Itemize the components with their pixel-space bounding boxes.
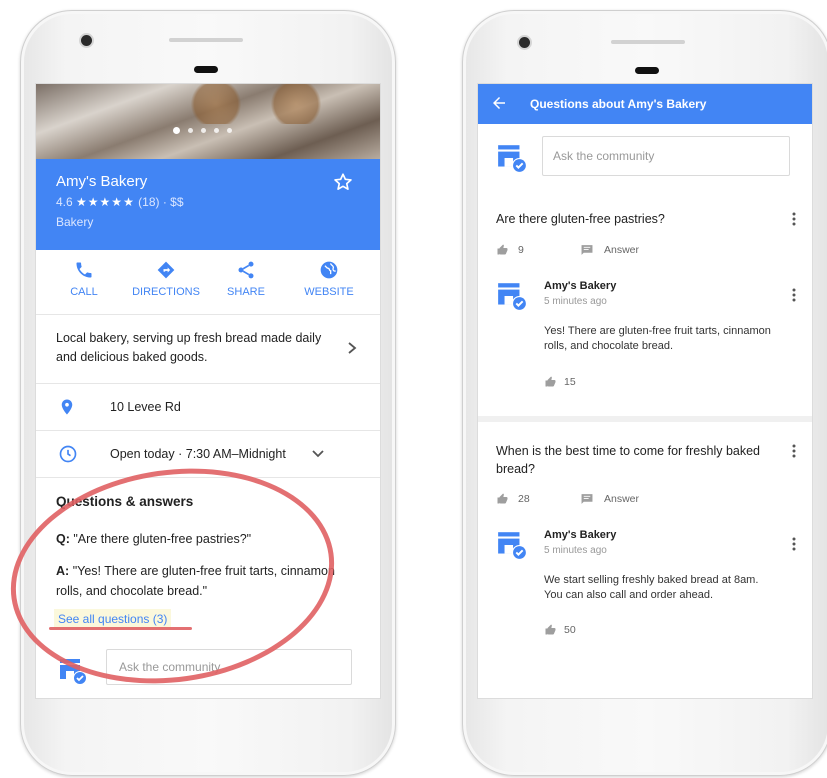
business-category: Bakery bbox=[56, 215, 94, 229]
directions-button[interactable]: DIRECTIONS bbox=[126, 260, 206, 298]
question-meta: 28 Answer bbox=[496, 493, 796, 507]
action-label: SHARE bbox=[227, 286, 265, 298]
rating-line: 4.6 ★★★★★ (18) · $$ bbox=[56, 195, 184, 209]
earpiece-slot bbox=[611, 40, 685, 44]
directions-icon bbox=[157, 261, 175, 279]
carousel-dot bbox=[173, 127, 180, 134]
storefront-verified-icon bbox=[498, 145, 527, 173]
carousel-dot bbox=[188, 128, 193, 133]
speaker-grille bbox=[635, 67, 659, 74]
phone-icon bbox=[76, 262, 92, 278]
storefront-verified-icon bbox=[498, 532, 527, 560]
question-title: When is the best time to come for freshl… bbox=[496, 444, 761, 476]
more-options-icon[interactable] bbox=[792, 537, 796, 551]
answer-comment-icon[interactable] bbox=[580, 244, 594, 256]
phone-left: Amy's Bakery 4.6 ★★★★★ (18) · $$ Bakery … bbox=[20, 10, 396, 776]
storefront-verified-icon bbox=[60, 659, 87, 685]
hours-text: Open today · 7:30 AM–Midnight bbox=[110, 447, 286, 461]
app-bar: Questions about Amy's Bakery bbox=[478, 84, 812, 124]
thumbs-up-icon[interactable] bbox=[496, 493, 509, 505]
photo-detail bbox=[186, 84, 246, 124]
reply-likes: 15 bbox=[544, 376, 576, 391]
ask-community-input[interactable]: Ask the community bbox=[106, 649, 352, 685]
vote-count: 28 bbox=[518, 493, 530, 505]
website-button[interactable]: WEBSITE bbox=[296, 260, 362, 298]
business-description: Local bakery, serving up fresh bread mad… bbox=[56, 331, 322, 364]
qa-q-prefix: Q: bbox=[56, 532, 70, 546]
photo-detail bbox=[266, 84, 326, 124]
carousel-dots[interactable] bbox=[173, 127, 232, 134]
hours-row[interactable]: Open today · 7:30 AM–Midnight bbox=[36, 431, 380, 478]
like-count: 15 bbox=[564, 376, 576, 388]
address-row[interactable]: 10 Levee Rd bbox=[36, 384, 380, 431]
qa-answer: A: "Yes! There are gluten-free fruit tar… bbox=[56, 561, 356, 601]
reply-text: We start selling freshly baked bread at … bbox=[544, 574, 759, 601]
rating-stars: ★★★★★ bbox=[76, 195, 135, 209]
qa-answer-text: "Yes! There are gluten-free fruit tarts,… bbox=[56, 564, 335, 598]
hero-photo[interactable] bbox=[36, 84, 380, 159]
clock-icon bbox=[59, 445, 77, 463]
carousel-dot bbox=[201, 128, 206, 133]
vote-count: 9 bbox=[518, 244, 524, 256]
thumbs-up-icon[interactable] bbox=[544, 376, 557, 388]
question-title: Are there gluten-free pastries? bbox=[496, 212, 665, 226]
earpiece-slot bbox=[169, 38, 243, 42]
reply-time: 5 minutes ago bbox=[544, 545, 607, 556]
share-icon bbox=[238, 261, 254, 279]
question-meta: 9 Answer bbox=[496, 244, 796, 258]
answer-comment-icon[interactable] bbox=[580, 493, 594, 505]
answer-button[interactable]: Answer bbox=[604, 244, 639, 256]
chevron-down-icon[interactable] bbox=[312, 450, 324, 458]
camera-icon bbox=[81, 35, 92, 46]
more-options-icon[interactable] bbox=[792, 444, 796, 458]
rating-value: 4.6 bbox=[56, 195, 73, 209]
owner-name: Amy's Bakery bbox=[544, 529, 617, 541]
rating-count-price: (18) · $$ bbox=[138, 195, 184, 209]
speaker-grille bbox=[194, 66, 218, 73]
location-pin-icon bbox=[61, 399, 73, 415]
business-name: Amy's Bakery bbox=[56, 173, 148, 190]
camera-icon bbox=[519, 37, 530, 48]
action-label: WEBSITE bbox=[304, 286, 354, 298]
phone-right: Questions about Amy's Bakery Ask the com… bbox=[462, 10, 827, 776]
qa-question: Q: "Are there gluten-free pastries?" bbox=[56, 532, 251, 546]
chevron-right-icon bbox=[348, 342, 357, 354]
more-options-icon[interactable] bbox=[792, 288, 796, 302]
address-text: 10 Levee Rd bbox=[110, 400, 181, 414]
storefront-verified-icon bbox=[498, 283, 527, 311]
reply-text: Yes! There are gluten-free fruit tarts, … bbox=[544, 325, 771, 352]
description-row[interactable]: Local bakery, serving up fresh bread mad… bbox=[36, 315, 380, 384]
ask-community-input[interactable]: Ask the community bbox=[542, 136, 790, 176]
more-options-icon[interactable] bbox=[792, 212, 796, 226]
carousel-dot bbox=[227, 128, 232, 133]
answer-button[interactable]: Answer bbox=[604, 493, 639, 505]
thumbs-up-icon[interactable] bbox=[544, 624, 557, 636]
page-title: Questions about Amy's Bakery bbox=[530, 97, 707, 111]
screen-questions: Questions about Amy's Bakery Ask the com… bbox=[477, 83, 813, 699]
action-bar: CALL DIRECTIONS SHARE WEBSITE bbox=[36, 250, 380, 315]
screen-place-details: Amy's Bakery 4.6 ★★★★★ (18) · $$ Bakery … bbox=[35, 83, 381, 699]
share-button[interactable]: SHARE bbox=[220, 260, 272, 298]
back-arrow-icon[interactable] bbox=[490, 94, 508, 112]
action-label: DIRECTIONS bbox=[132, 286, 200, 298]
section-divider bbox=[478, 416, 812, 422]
qa-a-prefix: A: bbox=[56, 564, 70, 578]
action-label: CALL bbox=[70, 286, 98, 298]
reply-likes: 50 bbox=[544, 624, 576, 639]
call-button[interactable]: CALL bbox=[56, 260, 112, 298]
like-count: 50 bbox=[564, 624, 576, 636]
see-all-questions-link[interactable]: See all questions (3) bbox=[54, 609, 172, 629]
globe-icon bbox=[320, 261, 338, 279]
thumbs-up-icon[interactable] bbox=[496, 244, 509, 256]
owner-name: Amy's Bakery bbox=[544, 280, 617, 292]
business-header: Amy's Bakery 4.6 ★★★★★ (18) · $$ Bakery bbox=[36, 159, 380, 250]
qa-section-title: Questions & answers bbox=[56, 494, 194, 509]
save-star-icon[interactable] bbox=[332, 171, 354, 193]
reply-time: 5 minutes ago bbox=[544, 296, 607, 307]
qa-question-text: "Are there gluten-free pastries?" bbox=[73, 532, 252, 546]
carousel-dot bbox=[214, 128, 219, 133]
